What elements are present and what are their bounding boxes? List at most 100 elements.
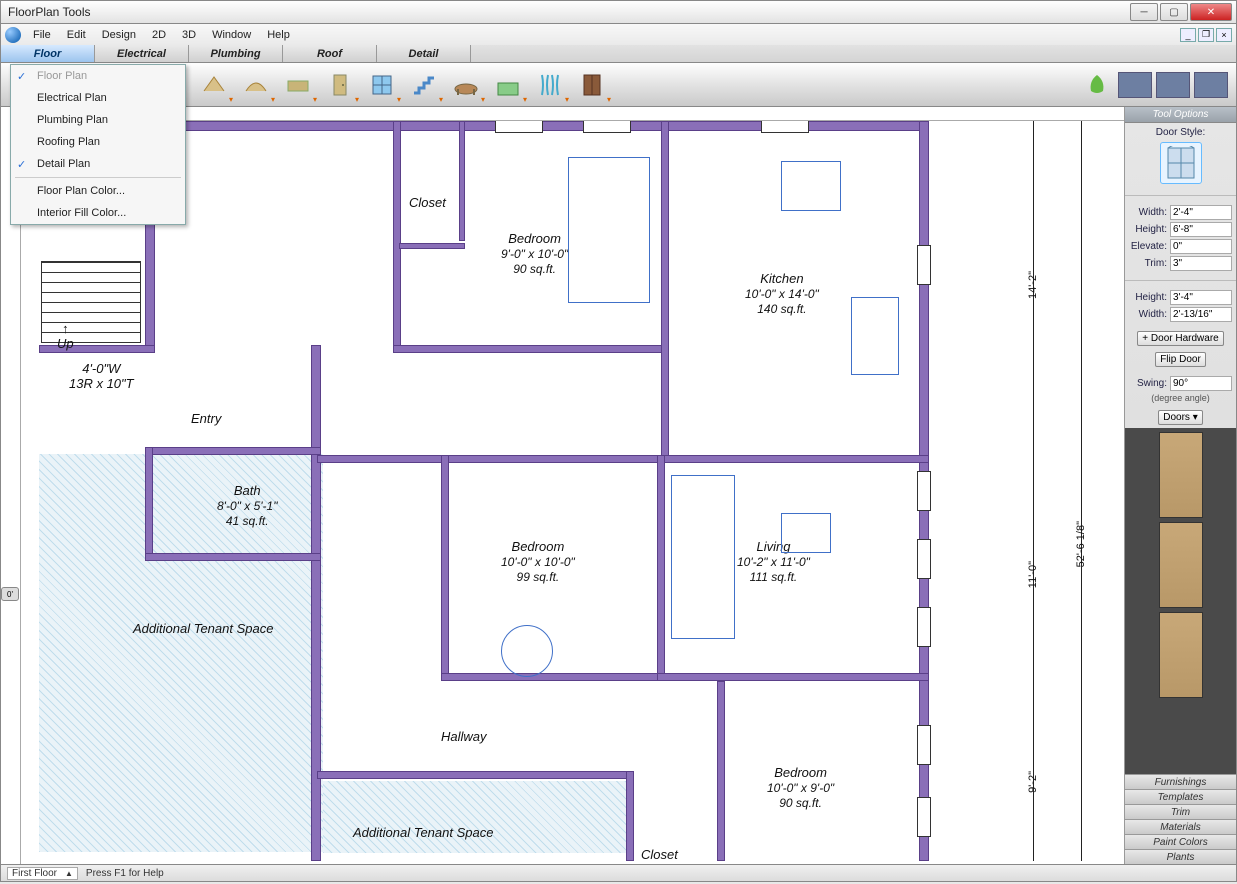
window-tool-icon[interactable]: ▾ [365, 68, 399, 102]
deck-tool-icon[interactable]: ▾ [449, 68, 483, 102]
swing-note: (degree angle) [1129, 393, 1232, 403]
width2-label: Width: [1129, 309, 1167, 320]
stairs [41, 261, 141, 343]
sofa [671, 475, 735, 639]
check-icon: ✓ [17, 158, 26, 171]
wall [311, 345, 321, 861]
maximize-button[interactable]: ▢ [1160, 3, 1188, 21]
swing-input[interactable] [1170, 376, 1232, 391]
close-button[interactable]: ✕ [1190, 3, 1232, 21]
door-library[interactable] [1125, 428, 1236, 774]
table [501, 625, 553, 677]
floor-selector[interactable]: First Floor▲ [7, 867, 78, 880]
window [917, 725, 931, 765]
view-thumb-2[interactable] [1156, 72, 1190, 98]
door-hardware-button[interactable]: + Door Hardware [1137, 331, 1223, 346]
accordion-templates[interactable]: Templates [1125, 789, 1236, 804]
eco-icon[interactable] [1080, 68, 1114, 102]
mdi-restore-button[interactable]: ❐ [1198, 28, 1214, 42]
tab-floor[interactable]: Floor [1, 45, 95, 62]
window [917, 607, 931, 647]
door-thumb[interactable] [1159, 522, 1203, 608]
menu-interior-fill-color[interactable]: Interior Fill Color... [11, 202, 185, 224]
stairs-dim: 4'-0"W13R x 10"T [69, 361, 134, 391]
dim-text: 9'-2" [1027, 771, 1039, 793]
menu-edit[interactable]: Edit [59, 27, 94, 43]
wall-tool-icon[interactable]: ▾ [197, 68, 231, 102]
design-tabs: Floor Electrical Plumbing Roof Detail [0, 45, 1237, 63]
menu-floor-plan[interactable]: ✓Floor Plan [11, 65, 185, 87]
window [917, 539, 931, 579]
door-thumb[interactable] [1159, 612, 1203, 698]
menu-electrical-plan[interactable]: Electrical Plan [11, 87, 185, 109]
menu-help[interactable]: Help [259, 27, 298, 43]
check-icon: ✓ [17, 70, 26, 83]
menu-3d[interactable]: 3D [174, 27, 204, 43]
menu-design[interactable]: Design [94, 27, 144, 43]
window [495, 119, 543, 133]
height2-input[interactable] [1170, 290, 1232, 305]
wall [441, 455, 449, 681]
horizontal-ruler[interactable] [21, 107, 1124, 121]
floor-dropdown: ✓Floor Plan Electrical Plan Plumbing Pla… [10, 64, 186, 225]
menu-window[interactable]: Window [204, 27, 259, 43]
wall [657, 455, 665, 681]
dim-line [1081, 121, 1082, 861]
minimize-button[interactable]: ─ [1130, 3, 1158, 21]
menu-roofing-plan[interactable]: Roofing Plan [11, 131, 185, 153]
entry-label: Entry [191, 411, 221, 426]
wall [145, 553, 321, 561]
menu-2d[interactable]: 2D [144, 27, 174, 43]
width2-input[interactable] [1170, 307, 1232, 322]
curtain-tool-icon[interactable]: ▾ [533, 68, 567, 102]
flip-door-button[interactable]: Flip Door [1155, 352, 1206, 367]
window-title: FloorPlan Tools [5, 5, 1128, 19]
accordion-materials[interactable]: Materials [1125, 819, 1236, 834]
menu-file[interactable]: File [25, 27, 59, 43]
tab-roof[interactable]: Roof [283, 45, 377, 62]
closet-label: Closet [409, 195, 446, 210]
tab-plumbing[interactable]: Plumbing [189, 45, 283, 62]
outdoor-tool-icon[interactable]: ▾ [491, 68, 525, 102]
kitchen-label: Kitchen10'-0" x 14'-0"140 sq.ft. [745, 271, 819, 316]
accordion-furnishings[interactable]: Furnishings [1125, 774, 1236, 789]
app-orb-icon[interactable] [5, 27, 21, 43]
tab-detail[interactable]: Detail [377, 45, 471, 62]
curve-wall-tool-icon[interactable]: ▾ [239, 68, 273, 102]
height2-label: Height: [1129, 292, 1167, 303]
height-input[interactable] [1170, 222, 1232, 237]
door-style-preview[interactable] [1160, 142, 1202, 184]
swing-label: Swing: [1129, 378, 1167, 389]
trim-input[interactable] [1170, 256, 1232, 271]
wall [317, 455, 929, 463]
floor-tool-icon[interactable]: ▾ [281, 68, 315, 102]
canvas[interactable]: ↑Up 4'-0"W13R x 10"T Closet Bedroom9'-0"… [21, 107, 1124, 864]
accordion-trim[interactable]: Trim [1125, 804, 1236, 819]
menu-detail-plan[interactable]: ✓Detail Plan [11, 153, 185, 175]
elevate-input[interactable] [1170, 239, 1232, 254]
menu-floor-plan-color[interactable]: Floor Plan Color... [11, 180, 185, 202]
doors-dropdown-button[interactable]: Doors ▾ [1158, 410, 1202, 425]
tab-electrical[interactable]: Electrical [95, 45, 189, 62]
ruler-handle[interactable]: 0' [1, 587, 19, 601]
window [917, 797, 931, 837]
door-tool-icon[interactable]: ▾ [323, 68, 357, 102]
width-input[interactable] [1170, 205, 1232, 220]
accordion-paint-colors[interactable]: Paint Colors [1125, 834, 1236, 849]
stairs-tool-icon[interactable]: ▾ [407, 68, 441, 102]
status-help: Press F1 for Help [86, 868, 164, 879]
mdi-minimize-button[interactable]: _ [1180, 28, 1196, 42]
cabinet-tool-icon[interactable]: ▾ [575, 68, 609, 102]
window [917, 245, 931, 285]
tool-options-panel: Tool Options Door Style: Width: Height: … [1124, 107, 1236, 864]
statusbar: First Floor▲ Press F1 for Help [0, 864, 1237, 882]
wall [393, 345, 669, 353]
menu-plumbing-plan[interactable]: Plumbing Plan [11, 109, 185, 131]
door-style-label: Door Style: [1129, 127, 1232, 138]
view-thumb-3[interactable] [1194, 72, 1228, 98]
view-thumb-1[interactable] [1118, 72, 1152, 98]
trim-label: Trim: [1129, 258, 1167, 269]
door-thumb[interactable] [1159, 432, 1203, 518]
accordion-plants[interactable]: Plants [1125, 849, 1236, 864]
mdi-close-button[interactable]: × [1216, 28, 1232, 42]
